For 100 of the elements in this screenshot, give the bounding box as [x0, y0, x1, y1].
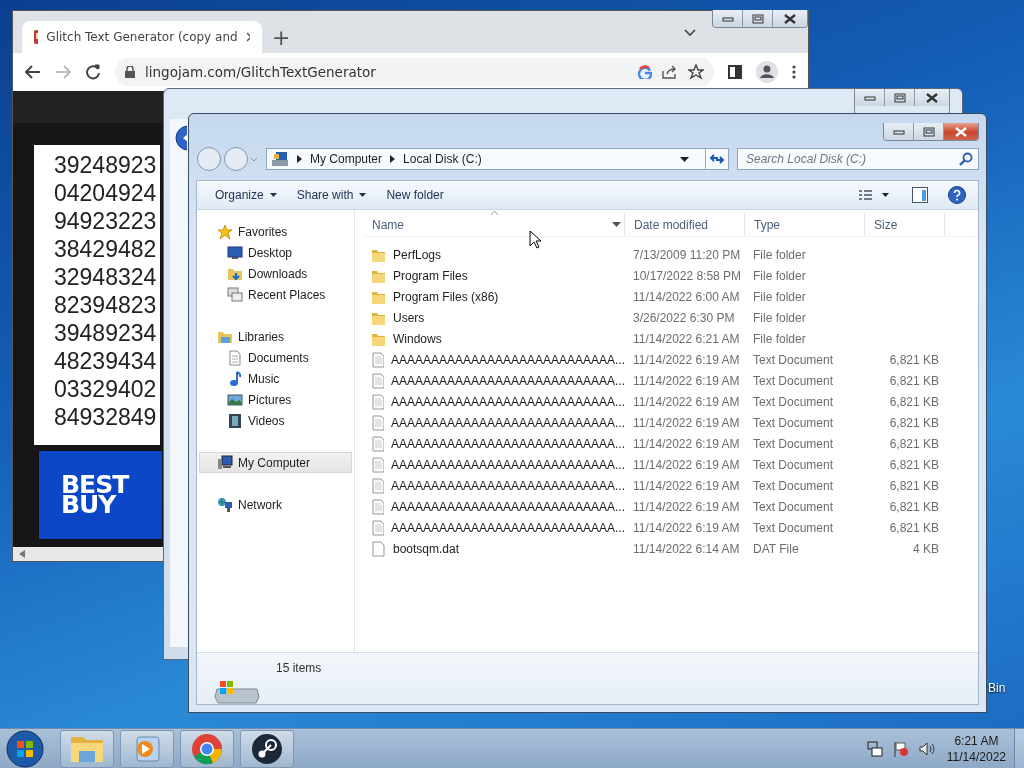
file-name[interactable]: AAAAAAAAAAAAAAAAAAAAAAAAAAAA... — [390, 499, 625, 514]
maximize-button[interactable] — [913, 123, 943, 140]
date-cell-text: 11/14/2022 6:19 AM — [632, 373, 741, 388]
nav-item[interactable]: My Computer — [199, 452, 352, 473]
nav-item[interactable]: Favorites — [197, 221, 354, 242]
date-cell-text: 11/14/2022 6:00 AM — [632, 289, 741, 304]
file-name[interactable]: AAAAAAAAAAAAAAAAAAAAAAAAAAAA... — [390, 352, 625, 367]
size-cell-text: 6,821 KB — [888, 373, 940, 388]
nav-item[interactable]: Documents — [197, 347, 354, 368]
back-icon[interactable] — [25, 65, 41, 79]
file-name[interactable]: Windows — [393, 331, 442, 346]
scroll-left-arrow-icon[interactable] — [19, 550, 25, 558]
date-cell-text: 7/13/2009 11:20 PM — [632, 247, 742, 262]
search-field[interactable]: Search Local Disk (C:) — [737, 148, 979, 170]
back-button-icon[interactable] — [174, 125, 187, 151]
date-cell-text: 10/17/2022 8:58 PM — [632, 268, 743, 283]
breadcrumb-item[interactable]: My Computer — [310, 152, 383, 166]
nav-item[interactable]: Videos — [197, 410, 354, 431]
nav-item[interactable]: Downloads — [197, 263, 354, 284]
type-cell-text: DAT File — [752, 541, 800, 556]
date-cell-text: 11/14/2022 6:19 AM — [632, 478, 741, 493]
document-icon — [371, 477, 384, 494]
minimize-button[interactable] — [713, 10, 742, 27]
toolbar-button[interactable]: Share with — [288, 185, 375, 205]
minimize-button[interactable] — [855, 89, 884, 106]
desktop-icon-label[interactable]: Bin — [988, 681, 1006, 695]
nav-item[interactable]: Recent Places — [197, 284, 354, 305]
tab-search-icon[interactable] — [684, 29, 696, 37]
type-cell-text: File folder — [752, 310, 807, 325]
file-name[interactable]: AAAAAAAAAAAAAAAAAAAAAAAAAAAA... — [390, 436, 625, 451]
file-name[interactable]: Program Files (x86) — [393, 289, 499, 304]
new-tab-button[interactable]: + — [272, 24, 291, 50]
taskbar-button[interactable] — [240, 729, 294, 768]
file-name[interactable]: AAAAAAAAAAAAAAAAAAAAAAAAAAAA... — [390, 415, 625, 430]
size-cell-text: 6,821 KB — [888, 415, 940, 430]
file-name[interactable]: AAAAAAAAAAAAAAAAAAAAAAAAAAAA... — [390, 394, 625, 409]
start-button[interactable] — [6, 729, 44, 768]
preview-pane-icon[interactable] — [912, 187, 928, 203]
address-bar[interactable]: lingojam.com/GlitchTextGenerator — [115, 58, 714, 86]
file-icon — [371, 540, 386, 557]
date-cell-text: 11/14/2022 6:19 AM — [632, 415, 741, 430]
avatar-icon[interactable] — [756, 61, 778, 83]
number-line: 39248923 — [54, 151, 158, 179]
file-name[interactable]: bootsqm.dat — [393, 541, 460, 556]
star-icon[interactable] — [688, 64, 704, 80]
number-line: 82394823 — [54, 291, 158, 319]
close-button[interactable] — [772, 10, 807, 27]
nav-item[interactable]: Libraries — [197, 326, 354, 347]
star-icon — [217, 223, 233, 240]
help-icon[interactable] — [948, 186, 966, 204]
nav-item[interactable]: Music — [197, 368, 354, 389]
clock[interactable]: 6:21 AM 11/14/2022 — [946, 732, 1006, 765]
minimize-icon — [892, 128, 905, 135]
type-cell-text: File folder — [752, 247, 807, 262]
type-cell-text: Text Document — [752, 436, 835, 451]
file-name[interactable]: AAAAAAAAAAAAAAAAAAAAAAAAAAAA... — [390, 373, 625, 388]
side-panel-icon[interactable] — [728, 65, 742, 79]
more-menu-icon[interactable] — [792, 65, 796, 79]
close-button[interactable] — [914, 89, 949, 106]
number-line: 38429482 — [54, 235, 158, 263]
date-cell-text: 11/14/2022 6:19 AM — [632, 394, 741, 409]
document-icon — [371, 351, 384, 368]
speaker-icon[interactable] — [918, 740, 935, 757]
toolbar-button[interactable]: Organize — [207, 185, 285, 205]
document-icon — [371, 372, 384, 389]
nav-item[interactable]: Network — [197, 494, 354, 515]
music-note-icon — [227, 370, 243, 387]
file-name[interactable]: AAAAAAAAAAAAAAAAAAAAAAAAAAAA... — [390, 520, 625, 535]
view-options-icon[interactable] — [858, 189, 892, 201]
g-logo-icon[interactable] — [638, 65, 652, 79]
column-filter-icon[interactable] — [612, 222, 621, 227]
file-name[interactable]: Users — [393, 310, 425, 325]
file-name[interactable]: AAAAAAAAAAAAAAAAAAAAAAAAAAAA... — [390, 478, 625, 493]
close-button[interactable] — [943, 123, 978, 140]
browser-tab[interactable]: Glitch Text Generator (copy and — [22, 21, 262, 53]
network-icon[interactable] — [866, 740, 883, 757]
caret-icon — [269, 193, 277, 197]
search-icon — [959, 152, 973, 166]
file-name[interactable]: PerfLogs — [393, 247, 442, 262]
reload-icon[interactable] — [85, 64, 101, 80]
column-header[interactable]: Size — [865, 213, 945, 236]
minimize-button[interactable] — [884, 123, 913, 140]
document-icon — [227, 349, 243, 366]
dropdown-caret-icon[interactable] — [680, 156, 689, 162]
toolbar-button[interactable]: New folder — [378, 185, 452, 205]
flag-icon[interactable] — [892, 740, 909, 757]
column-header[interactable]: Date modified — [625, 213, 745, 236]
breadcrumb-item[interactable]: Local Disk (C:) — [403, 152, 482, 166]
minimize-icon — [863, 94, 876, 101]
size-cell-text: 6,821 KB — [888, 499, 940, 514]
nav-item[interactable]: Desktop — [197, 242, 354, 263]
file-name[interactable]: Program Files — [393, 268, 468, 283]
ad-banner[interactable]: BEST BUY — [38, 450, 163, 540]
nav-item[interactable]: Pictures — [197, 389, 354, 410]
share-icon[interactable] — [662, 65, 678, 79]
column-header[interactable]: Type — [745, 213, 865, 236]
file-name[interactable]: AAAAAAAAAAAAAAAAAAAAAAAAAAAA... — [390, 457, 625, 472]
computer-icon — [271, 151, 289, 167]
size-cell-text: 6,821 KB — [888, 520, 940, 535]
address-bar[interactable]: My Computer Local Disk (C:) — [266, 148, 729, 170]
